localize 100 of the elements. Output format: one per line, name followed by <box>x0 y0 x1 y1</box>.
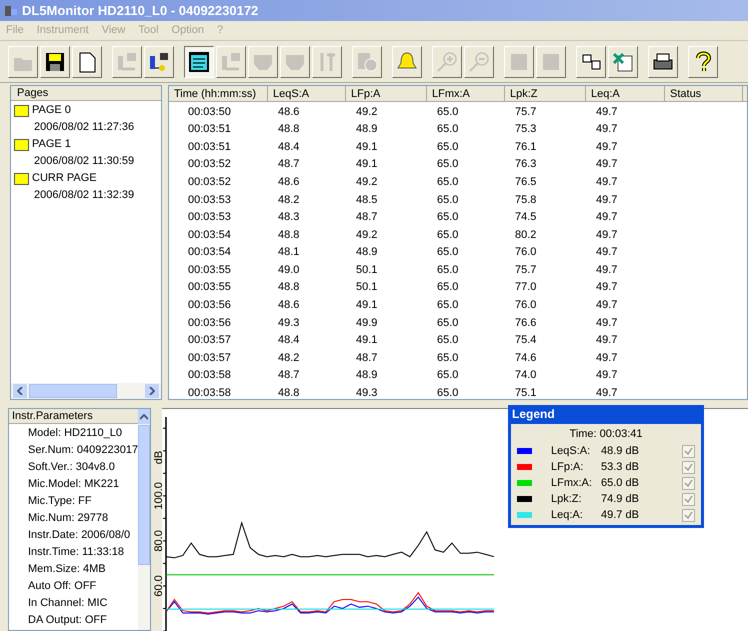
checkbox[interactable] <box>682 460 695 474</box>
table-cell: 48.9 <box>356 369 378 382</box>
parameter-text: Mic.Model: MK221 <box>28 478 120 490</box>
table-cell: 50.1 <box>356 264 378 276</box>
legend-label: Leq:A: <box>551 508 584 523</box>
tree-item[interactable]: PAGE 0 <box>32 102 71 119</box>
table-cell: 48.6 <box>278 299 300 312</box>
meter-computer-icon <box>116 50 138 72</box>
table-cell: 75.8 <box>515 194 536 206</box>
table-cell: 00:03:57 <box>188 334 231 346</box>
table-cell: 48.7 <box>278 158 300 170</box>
column-header[interactable]: Pages <box>11 86 161 101</box>
parameter-text: Mic.Num: 29778 <box>28 512 108 524</box>
table-cell: 75.4 <box>515 334 536 346</box>
tree-item[interactable]: 2006/08/02 11:27:36 <box>34 121 134 133</box>
table-cell: 48.8 <box>278 281 300 294</box>
table-cell: 65.0 <box>437 334 458 346</box>
table-cell: 49.9 <box>356 316 378 329</box>
column-header[interactable]: LFp:A <box>346 86 427 102</box>
table-cell: 65.0 <box>437 194 458 206</box>
legend-reading: 65.0 dB <box>601 476 640 491</box>
table-cell: 49.7 <box>596 106 618 118</box>
legend-label: LeqS:A: <box>551 444 592 459</box>
table-cell: 00:03:58 <box>188 369 231 382</box>
scroll-left-button[interactable] <box>13 384 27 398</box>
checkbox[interactable] <box>682 508 695 522</box>
table-cell: 00:03:57 <box>188 352 231 364</box>
meter-computer-icon <box>148 50 170 72</box>
table-cell: 65.0 <box>437 281 458 294</box>
table-cell: 49.1 <box>356 334 378 346</box>
checkbox[interactable] <box>682 492 695 506</box>
table-cell: 49.1 <box>356 158 378 170</box>
table-cell: 74.6 <box>515 352 536 364</box>
table-cell: 75.3 <box>515 123 536 136</box>
table-cell: 77.0 <box>515 281 536 294</box>
table-cell: 65.0 <box>437 176 458 188</box>
column-header[interactable]: LFmx:A <box>427 86 505 102</box>
parameter-text: Mic.Type: FF <box>28 495 92 507</box>
table-cell: 48.7 <box>356 352 378 364</box>
tree-item[interactable]: 2006/08/02 11:32:39 <box>34 189 134 201</box>
table-cell: 76.6 <box>515 316 536 329</box>
table-cell: 48.8 <box>278 123 300 136</box>
app-icon <box>4 4 18 18</box>
legend-label: Lpk:Z: <box>551 492 583 507</box>
table-cell: 49.2 <box>356 228 378 241</box>
parameter-text: Mem.Size: 4MB <box>28 563 106 575</box>
table-cell: 48.4 <box>278 334 300 346</box>
lcd-display-icon <box>188 50 210 72</box>
spreadsheet-icon <box>612 50 634 72</box>
table-cell: 48.8 <box>278 228 300 241</box>
table-cell: 00:03:55 <box>188 264 231 276</box>
tree-item[interactable]: PAGE 1 <box>32 136 71 153</box>
scroll-thumb[interactable] <box>138 425 150 565</box>
parameter-text: In Channel: MIC <box>28 597 108 609</box>
table-cell: 49.3 <box>278 316 300 329</box>
table-cell: 74.0 <box>515 369 536 382</box>
checkbox[interactable] <box>682 476 695 490</box>
scroll-thumb[interactable] <box>29 384 117 398</box>
table-cell: 49.7 <box>596 299 618 312</box>
horizontal-scrollbar[interactable] <box>11 383 161 399</box>
table-cell: 00:03:56 <box>188 299 231 312</box>
table-cell: 75.1 <box>515 387 536 399</box>
table-cell: 49.7 <box>596 246 618 258</box>
table-cell: 48.7 <box>356 211 378 224</box>
table-cell: 65.0 <box>437 352 458 364</box>
table-cell: 49.2 <box>356 176 378 188</box>
column-header[interactable]: Time (hh:mm:ss) <box>169 86 268 102</box>
scroll-right-button[interactable] <box>145 384 159 398</box>
table-cell: 48.9 <box>356 123 378 136</box>
zoom-out-icon <box>468 50 490 72</box>
checkbox[interactable] <box>682 444 695 458</box>
column-header[interactable]: Lpk:Z <box>505 86 586 102</box>
table-cell: 65.0 <box>437 299 458 312</box>
page-icon <box>14 104 29 116</box>
table-cell: 48.3 <box>278 211 300 224</box>
legend-reading: 53.3 dB <box>601 460 640 475</box>
table-cell: 48.9 <box>356 246 378 258</box>
table-cell: 49.1 <box>356 299 378 312</box>
axis-label: 100.0 <box>153 482 165 510</box>
column-header[interactable]: Status <box>665 86 743 102</box>
table-cell: 49.7 <box>596 264 618 276</box>
table-cell: 48.5 <box>356 194 378 206</box>
table-cell: 00:03:58 <box>188 387 231 399</box>
table-cell: 49.7 <box>596 140 618 153</box>
table-cell: 00:03:51 <box>188 123 231 136</box>
column-header[interactable]: LeqS:A <box>268 86 346 102</box>
table-cell: 75.7 <box>515 264 536 276</box>
tree-item[interactable]: 2006/08/02 11:30:59 <box>34 155 134 167</box>
table-cell: 49.7 <box>596 281 618 294</box>
tree-item[interactable]: CURR PAGE <box>32 170 97 187</box>
zoom-in-icon <box>436 50 458 72</box>
parameter-text: Auto Off: OFF <box>28 580 96 592</box>
panel-header: Instr.Parameters <box>9 409 138 424</box>
table-cell: 49.7 <box>596 176 618 188</box>
scroll-up-button[interactable] <box>138 409 150 424</box>
column-header[interactable]: Leq:A <box>586 86 665 102</box>
legend-title: Legend <box>511 406 556 423</box>
parameter-text: Instr.Date: 2006/08/0 <box>28 529 130 541</box>
vertical-scrollbar[interactable] <box>138 409 150 630</box>
toolbar-button[interactable] <box>184 46 214 78</box>
